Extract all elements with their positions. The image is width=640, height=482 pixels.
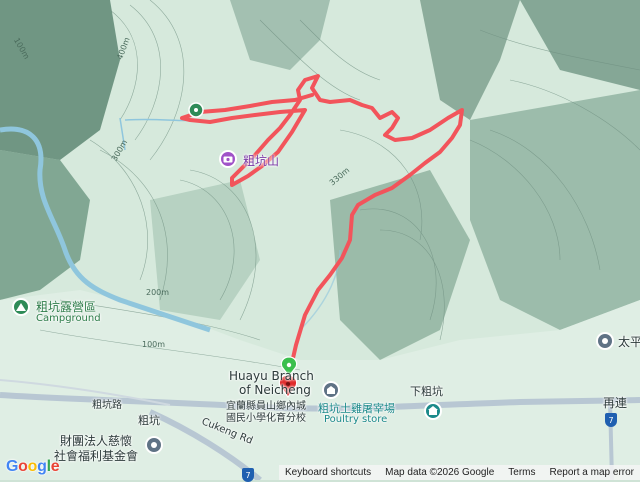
- contour-label: 200m: [146, 288, 170, 297]
- terms-link[interactable]: Terms: [508, 467, 535, 478]
- road-shield-icon: 7: [605, 413, 617, 427]
- campground-icon[interactable]: [12, 298, 30, 316]
- foundation-label-2[interactable]: 社會福利基金會: [54, 447, 138, 464]
- school-label-zh-2[interactable]: 國民小學化育分校: [226, 409, 306, 424]
- poultry-label-en[interactable]: Poultry store: [324, 414, 387, 425]
- google-logo[interactable]: Google: [6, 458, 60, 476]
- place-xia-cukeng[interactable]: 下粗坑: [410, 383, 443, 399]
- town-icon[interactable]: [596, 332, 614, 350]
- school-icon[interactable]: [322, 381, 340, 399]
- attribution-bar: Keyboard shortcuts Map data ©2026 Google…: [278, 465, 640, 480]
- place-taiping[interactable]: 太平: [618, 333, 640, 350]
- peak-label[interactable]: 粗坑山: [243, 152, 279, 169]
- poultry-icon[interactable]: [424, 402, 442, 420]
- peak-poi-icon[interactable]: [219, 150, 237, 168]
- contour-label: 100m: [142, 340, 166, 349]
- keyboard-shortcuts-link[interactable]: Keyboard shortcuts: [285, 467, 371, 478]
- place-zailian[interactable]: 再連: [603, 394, 627, 411]
- campground-label-en[interactable]: Campground: [36, 313, 101, 324]
- report-error-link[interactable]: Report a map error: [550, 467, 634, 478]
- school-label-en-2[interactable]: of Neicheng: [239, 383, 311, 397]
- school-label-en-1[interactable]: Huayu Branch: [229, 369, 314, 383]
- foundation-icon[interactable]: [145, 436, 163, 454]
- trailhead-pin: [188, 102, 204, 118]
- road-label-cukeng-zh: 粗坑路: [92, 400, 122, 411]
- map-data-text: Map data ©2026 Google: [385, 467, 495, 478]
- place-cukeng[interactable]: 粗坑: [138, 412, 160, 428]
